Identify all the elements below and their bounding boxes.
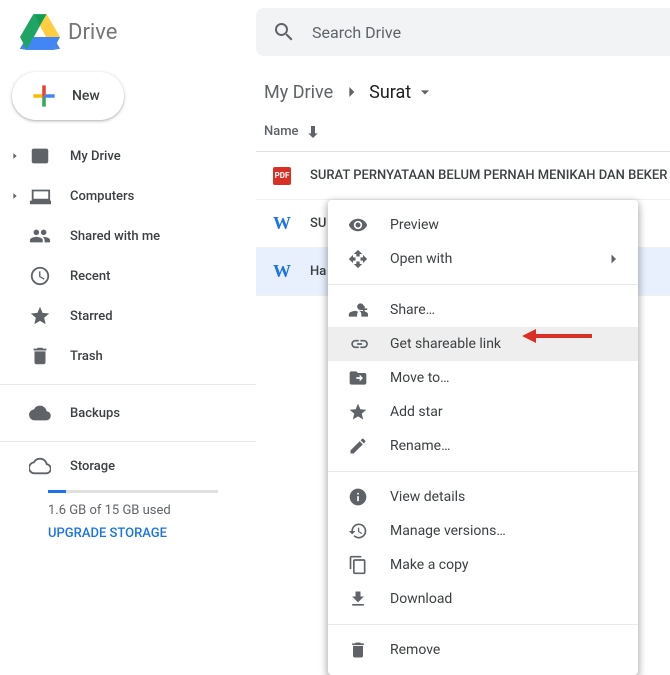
menu-remove[interactable]: Remove [328, 633, 638, 667]
plus-icon [28, 80, 60, 112]
trash-icon [29, 345, 51, 367]
menu-share[interactable]: Share… [328, 293, 638, 327]
divider [0, 441, 256, 442]
drive-logo-icon [20, 12, 60, 52]
storage-used: 1.6 GB of 15 GB used [48, 503, 256, 518]
history-icon [348, 521, 368, 541]
column-header-name[interactable]: Name [256, 112, 670, 152]
info-icon [348, 487, 368, 507]
sidebar-item-storage[interactable]: Storage [0, 450, 256, 482]
sidebar-item-trash[interactable]: Trash [0, 336, 256, 376]
sidebar-item-label: Recent [70, 269, 110, 284]
sidebar-item-starred[interactable]: Starred [0, 296, 256, 336]
search-bar[interactable]: Search Drive [256, 8, 670, 56]
sidebar-item-label: Backups [70, 406, 120, 421]
context-menu: Preview Open with Share… Get shareable l… [328, 200, 638, 675]
arrow-down-icon [305, 124, 321, 140]
openwith-icon [348, 249, 368, 269]
menu-move-to[interactable]: Move to… [328, 361, 638, 395]
menu-make-copy[interactable]: Make a copy [328, 548, 638, 582]
copy-icon [348, 555, 368, 575]
sidebar-item-backups[interactable]: Backups [0, 393, 256, 433]
search-icon [272, 20, 296, 44]
cloud-icon [29, 402, 51, 424]
menu-preview[interactable]: Preview [328, 208, 638, 242]
sidebar-item-computers[interactable]: Computers [0, 176, 256, 216]
sidebar-item-label: Starred [70, 309, 113, 324]
menu-add-star[interactable]: Add star [328, 395, 638, 429]
breadcrumb-root[interactable]: My Drive [264, 82, 333, 103]
eye-icon [348, 215, 368, 235]
new-button[interactable]: New [12, 72, 124, 120]
app-name: Drive [68, 20, 117, 45]
sidebar-item-label: Shared with me [70, 229, 160, 244]
menu-rename[interactable]: Rename… [328, 429, 638, 463]
sidebar-item-label: Computers [70, 189, 134, 204]
sidebar-item-label: My Drive [70, 149, 121, 164]
chevron-right-icon [341, 82, 361, 102]
menu-view-details[interactable]: View details [328, 480, 638, 514]
trash-icon [348, 640, 368, 660]
word-icon: W [272, 262, 292, 282]
star-icon [29, 305, 51, 327]
chevron-right-icon [604, 250, 622, 268]
sidebar-item-shared[interactable]: Shared with me [0, 216, 256, 256]
pdf-icon: PDF [273, 167, 291, 185]
menu-separator [328, 471, 638, 472]
folder-move-icon [348, 368, 368, 388]
breadcrumb-current[interactable]: Surat [369, 82, 435, 103]
download-icon [348, 589, 368, 609]
drive-icon [29, 145, 51, 167]
annotation-arrow [522, 326, 592, 346]
file-name: SURAT PERNYATAAN BELUM PERNAH MENIKAH DA… [310, 168, 667, 183]
people-icon [29, 225, 51, 247]
file-row[interactable]: PDF SURAT PERNYATAAN BELUM PERNAH MENIKA… [256, 152, 670, 200]
logo[interactable]: Drive [0, 12, 256, 52]
search-placeholder: Search Drive [312, 23, 401, 42]
file-name: Ha [310, 264, 326, 279]
divider [0, 384, 256, 385]
share-icon [348, 300, 368, 320]
computers-icon [29, 185, 51, 207]
file-name: SU [310, 216, 326, 231]
dropdown-icon [415, 82, 435, 102]
sidebar-item-recent[interactable]: Recent [0, 256, 256, 296]
clock-icon [29, 265, 51, 287]
storage-bar [48, 490, 218, 493]
chevron-right-icon [10, 191, 20, 201]
new-button-label: New [72, 88, 100, 104]
menu-separator [328, 284, 638, 285]
menu-download[interactable]: Download [328, 582, 638, 616]
sidebar-item-my-drive[interactable]: My Drive [0, 136, 256, 176]
upgrade-storage-link[interactable]: UPGRADE STORAGE [48, 526, 256, 541]
menu-separator [328, 624, 638, 625]
star-icon [348, 402, 368, 422]
menu-manage-versions[interactable]: Manage versions… [328, 514, 638, 548]
breadcrumb: My Drive Surat [256, 72, 670, 112]
chevron-right-icon [10, 151, 20, 161]
rename-icon [348, 436, 368, 456]
storage-title: Storage [70, 459, 115, 474]
cloud-outline-icon [29, 455, 51, 477]
sidebar-item-label: Trash [70, 349, 103, 364]
menu-open-with[interactable]: Open with [328, 242, 638, 276]
link-icon [348, 334, 368, 354]
word-icon: W [272, 214, 292, 234]
